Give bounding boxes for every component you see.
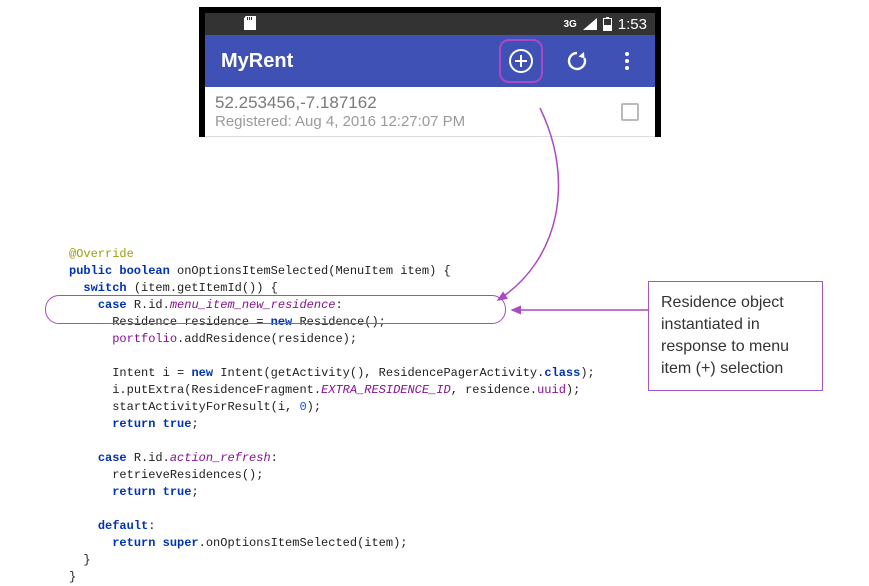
list-item-subtitle: Registered: Aug 4, 2016 12:27:07 PM xyxy=(215,113,621,130)
battery-icon xyxy=(603,17,612,31)
list-item-checkbox[interactable] xyxy=(621,103,639,121)
overflow-menu-button[interactable] xyxy=(611,45,643,77)
signal-icon xyxy=(583,18,597,30)
app-title: MyRent xyxy=(217,50,499,73)
add-button[interactable] xyxy=(499,39,543,83)
residence-list-item[interactable]: 52.253456,-7.187162 Registered: Aug 4, 2… xyxy=(205,87,655,137)
phone-screenshot: 3G 1:53 MyRent xyxy=(199,7,661,137)
sd-card-icon xyxy=(243,15,257,31)
list-item-title: 52.253456,-7.187162 xyxy=(215,93,621,113)
app-bar: MyRent xyxy=(205,35,655,87)
code-annotation: @Override xyxy=(69,247,134,261)
overflow-icon xyxy=(625,52,629,70)
clock-time: 1:53 xyxy=(618,16,647,33)
code-snippet: @Override public boolean onOptionsItemSe… xyxy=(69,229,595,586)
annotation-text: Residence object instantiated in respons… xyxy=(661,294,789,377)
phone-screen: 3G 1:53 MyRent xyxy=(205,13,655,137)
network-indicator: 3G xyxy=(563,19,576,30)
android-statusbar: 3G 1:53 xyxy=(205,13,655,35)
annotation-callout: Residence object instantiated in respons… xyxy=(648,281,823,391)
refresh-button[interactable] xyxy=(561,45,593,77)
list-item-text: 52.253456,-7.187162 Registered: Aug 4, 2… xyxy=(215,93,621,130)
appbar-actions xyxy=(499,39,643,83)
